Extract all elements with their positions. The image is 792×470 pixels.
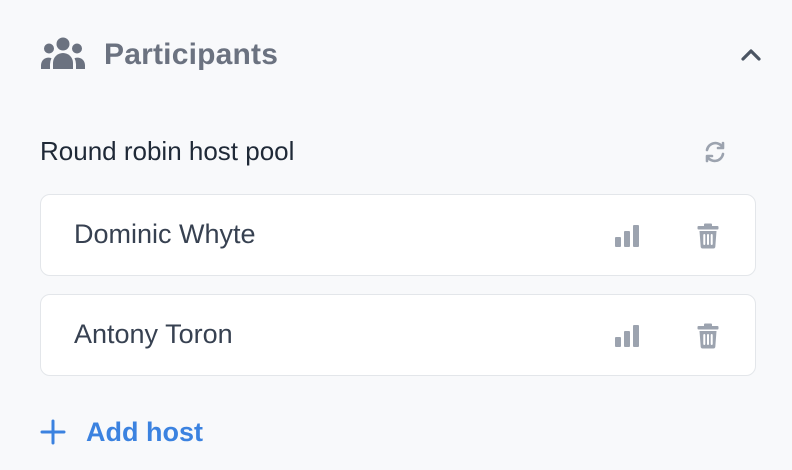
bar-chart-icon [615,325,639,347]
plus-icon [40,419,66,445]
delete-host-button[interactable] [691,319,725,353]
chevron-up-icon [741,49,761,61]
collapse-button[interactable] [730,38,772,72]
add-host-label: Add host [86,416,203,447]
host-stats-button[interactable] [611,319,645,353]
host-row: Dominic Whyte [40,194,756,276]
trash-icon [697,323,719,349]
trash-icon [697,223,719,249]
section-title: Participants [104,38,279,71]
host-name: Antony Toron [74,319,233,349]
section-header: Participants [40,34,772,76]
host-name: Dominic Whyte [74,219,256,249]
refresh-button[interactable] [698,136,732,168]
host-row: Antony Toron [40,294,756,376]
people-group-icon [40,35,86,75]
host-stats-button[interactable] [611,219,645,253]
bar-chart-icon [615,225,639,247]
refresh-icon [705,141,725,163]
participants-panel: Participants Round robin host pool Domin… [0,0,792,470]
add-host-button[interactable]: Add host [40,412,203,452]
round-robin-pool-label: Round robin host pool [40,136,295,166]
delete-host-button[interactable] [691,219,725,253]
